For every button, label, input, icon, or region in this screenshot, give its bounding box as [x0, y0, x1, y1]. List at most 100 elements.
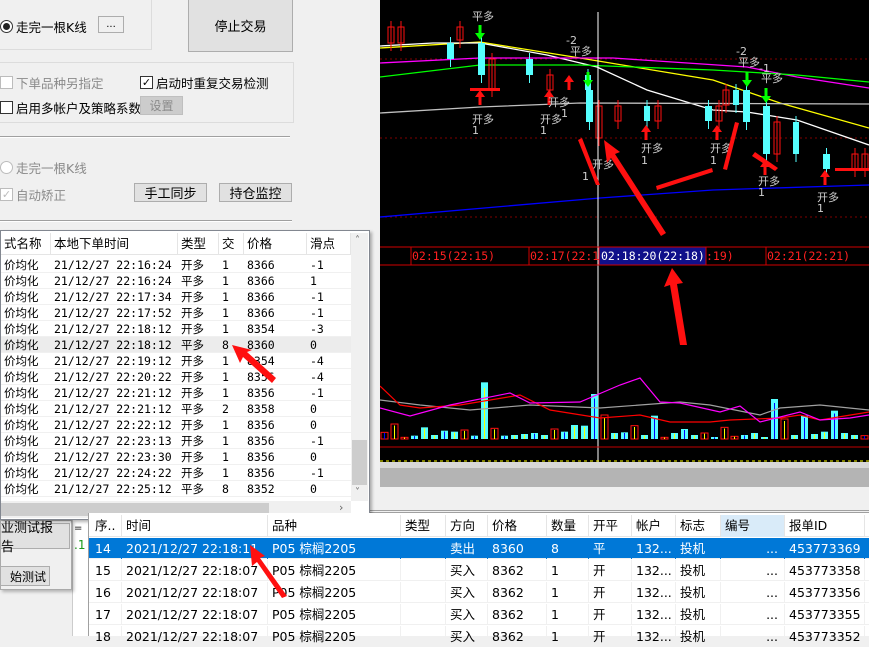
signal-label: 开多 [592, 157, 614, 171]
table-cell: 1 [222, 386, 229, 400]
table-row[interactable]: 价均化 21/12/27 22:21:12 开多 1 8356 -1 [1, 385, 351, 401]
column-header[interactable]: 类型 [401, 515, 446, 537]
radio-kline[interactable]: 走完一根K线 [0, 17, 87, 36]
start-test-button[interactable]: 始测试 [0, 566, 50, 586]
table-cell: 买入 [446, 604, 488, 625]
column-header[interactable]: 报单ID [785, 515, 865, 537]
arrow-down-icon [742, 80, 752, 87]
table-cell: 1 [547, 560, 589, 581]
column-header[interactable]: 滑点 [307, 233, 351, 255]
table-cell: 买入 [446, 560, 488, 581]
table-cell: 开多 [181, 258, 204, 272]
table-cell: 1 [222, 466, 229, 480]
manual-sync-button[interactable]: 手工同步 [134, 183, 207, 202]
position-monitor-button[interactable]: 持仓监控 [219, 183, 292, 202]
table-cell: 8362 [488, 604, 547, 625]
table-row[interactable]: 价均化 21/12/27 22:16:24 平多 1 8366 1 [1, 273, 351, 289]
table-cell: 2021/12/27 22:18:07 [122, 560, 268, 581]
horizontal-scrollbar[interactable] [380, 468, 869, 487]
table-row[interactable]: 价均化 21/12/27 22:17:34 开多 1 8366 -1 [1, 289, 351, 305]
column-header[interactable]: 本地下单时间 [51, 233, 178, 255]
table-row[interactable]: 价均化 21/12/27 22:23:30 开多 1 8356 0 [1, 449, 351, 465]
table-cell: 8 [222, 338, 229, 352]
time-label: 02:21(22:21) [767, 249, 850, 263]
table-row[interactable]: 14 2021/12/27 22:18:11 P05 棕榈2205 卖出 8360 8 平 1… [89, 538, 869, 559]
trade-records-table: 序.. 时间 品种 类型 方向 价格 数量 开平 帐户 标志 编号 报单ID 14 2021/12/27… [88, 513, 869, 647]
checkbox-auto-fix[interactable]: ✓ 自动矫正 [0, 185, 66, 204]
table-cell [401, 582, 446, 603]
table-cell: 开 [589, 560, 632, 581]
checkbox-multi-account[interactable]: 启用多帐户及策略系数 [0, 98, 141, 117]
table-row[interactable]: 18 2021/12/27 22:18:07 P05 棕榈2205 买入 8362 1 开 1… [89, 626, 869, 647]
signal-label: 1 [582, 170, 589, 183]
table-row[interactable]: 价均化 21/12/27 22:18:12 开多 1 8354 -3 [1, 321, 351, 337]
column-header[interactable]: 帐户 [632, 515, 676, 537]
signal-label: 1 [710, 154, 717, 167]
checkbox-repeat-check[interactable]: ✓ 启动时重复交易检测 [140, 73, 269, 92]
table-cell: 平 [589, 538, 632, 559]
report-button[interactable]: 业测试报告 [0, 521, 70, 555]
table-cell: ... [721, 538, 785, 559]
column-header[interactable]: 类型 [178, 233, 219, 255]
table-row[interactable]: 价均化 21/12/27 22:25:12 平多 8 8352 0 [1, 481, 351, 497]
column-header[interactable]: 式名称 [1, 233, 51, 255]
table-row[interactable]: 价均化 21/12/27 22:23:13 开多 1 8356 -1 [1, 433, 351, 449]
column-header[interactable]: 品种 [268, 515, 401, 537]
table-cell: 1 [222, 370, 229, 384]
column-header[interactable]: 价格 [244, 233, 307, 255]
signal-label: 1 [641, 154, 648, 167]
scrollbar-thumb[interactable] [352, 440, 367, 485]
table-cell: ... [721, 626, 785, 647]
table-cell: -1 [310, 290, 324, 304]
table-cell: 价均化 [4, 338, 39, 352]
scroll-down-icon[interactable]: ˅ [355, 487, 360, 498]
column-header[interactable]: 价格 [488, 515, 547, 537]
column-header[interactable]: 编号 [721, 515, 785, 537]
table-cell: 18 [91, 626, 122, 647]
table-row[interactable]: 价均化 21/12/27 22:17:52 开多 1 8366 -1 [1, 305, 351, 321]
table-row[interactable]: 价均化 21/12/27 22:20:22 开多 1 8356 -4 [1, 369, 351, 385]
arrow-up-icon [475, 90, 485, 97]
signal-label: 平多 [570, 44, 592, 58]
time-label: :19) [706, 249, 734, 263]
radio-kline-2[interactable]: 走完一根K线 [0, 158, 87, 177]
table-row[interactable]: 价均化 21/12/27 22:19:12 开多 1 8354 -4 [1, 353, 351, 369]
table-row[interactable]: 价均化 21/12/27 22:21:12 平多 2 8358 0 [1, 401, 351, 417]
table-cell: 17 [91, 604, 122, 625]
table-row[interactable]: 17 2021/12/27 22:18:07 P05 棕榈2205 买入 8362 1 开 1… [89, 604, 869, 625]
table-cell: 1 [547, 604, 589, 625]
table-cell [401, 538, 446, 559]
column-header[interactable]: 方向 [446, 515, 488, 537]
chart-canvas: 平多开多1开多1-2平多开多1开多1开多1开多1-2平多 -1平多开多1 开多1 0… [379, 9, 869, 462]
kline-chart[interactable]: 平多 开多 1 开多 1 -2 平多 开多 1 开多 1 开多 1 开多 1 -2 平多 -1 平多 开多 1 开多 1 0… [379, 0, 869, 462]
scroll-up-icon[interactable]: ˄ [355, 235, 360, 246]
column-header[interactable]: 标志 [676, 515, 721, 537]
table-cell: 1 [222, 434, 229, 448]
column-header[interactable]: 开平 [589, 515, 632, 537]
table-row[interactable]: 16 2021/12/27 22:18:07 P05 棕榈2205 买入 8362 1 开 1… [89, 582, 869, 603]
signal-label: 1 [472, 124, 479, 137]
vertical-scrollbar[interactable]: ˄ ˅ [351, 233, 368, 501]
table-row[interactable]: 价均化 21/12/27 22:18:12 平多 8 8360 0 [1, 337, 351, 353]
column-header[interactable]: 交 [219, 233, 244, 255]
table-cell: 价均化 [4, 434, 39, 448]
table-row[interactable]: 价均化 21/12/27 22:16:24 开多 1 8366 -1 [1, 257, 351, 273]
time-label: 02:15(22:15) [412, 249, 495, 263]
table-cell: 价均化 [4, 290, 39, 304]
table-row[interactable]: 价均化 21/12/27 22:24:22 开多 1 8356 -1 [1, 465, 351, 481]
table-cell: 21/12/27 22:21:12 [54, 386, 172, 400]
stop-trading-button[interactable]: 停止交易 [188, 0, 293, 52]
table-row[interactable]: 价均化 21/12/27 22:22:12 开多 1 8356 0 [1, 417, 351, 433]
table-cell: 453773355 [785, 604, 865, 625]
table-cell: -1 [310, 386, 324, 400]
settings-button[interactable]: 设置 [140, 96, 183, 115]
table-cell: 价均化 [4, 354, 39, 368]
more-button[interactable]: ... [98, 16, 124, 33]
table-cell: 平多 [181, 482, 204, 496]
ma-magenta [379, 57, 869, 89]
column-header[interactable]: 时间 [122, 515, 268, 537]
table-row[interactable]: 15 2021/12/27 22:18:07 P05 棕榈2205 买入 8362 1 开 1… [89, 560, 869, 581]
column-header[interactable]: 序.. [91, 515, 122, 537]
column-header[interactable]: 数量 [547, 515, 589, 537]
checkbox-symbol-override[interactable]: 下单品种另指定 [0, 73, 104, 92]
